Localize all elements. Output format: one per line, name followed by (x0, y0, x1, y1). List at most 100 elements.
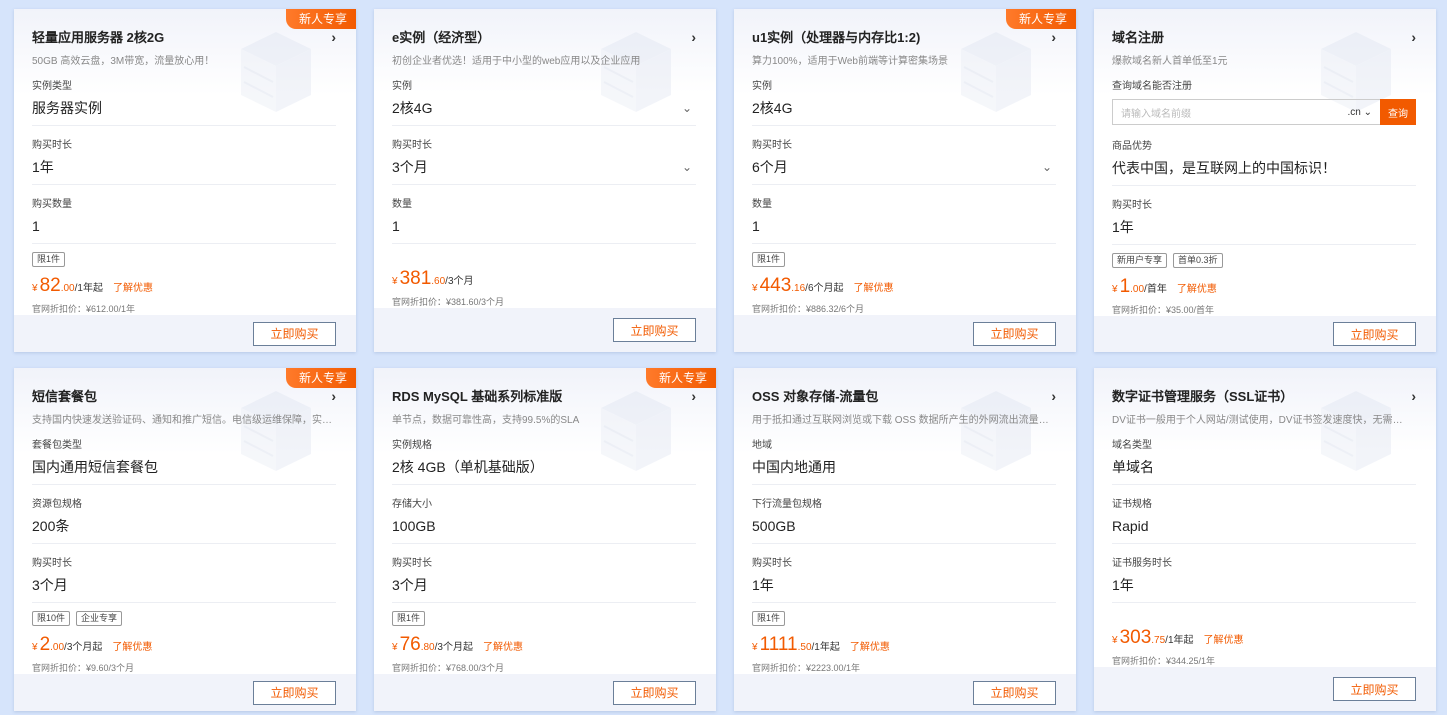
field-value: 1年 (1112, 218, 1416, 236)
original-price: 官网折扣价：¥886.32/6个月 (752, 304, 865, 314)
field-label: 下行流量包规格 (752, 499, 822, 510)
domain-suffix-select[interactable]: .cn ⌄ (1347, 107, 1380, 118)
buy-now-button[interactable]: 立即购买 (253, 680, 336, 705)
card-title[interactable]: RDS MySQL 基础系列标准版 (392, 386, 562, 405)
form-field: 购买数量 1 (32, 195, 336, 244)
field-label: 购买时长 (1112, 200, 1152, 211)
form-field: 实例规格 2核 4GB（单机基础版） (392, 436, 696, 485)
price-unit: /1年起 (74, 283, 103, 294)
chevron-right-icon[interactable]: › (691, 388, 696, 404)
field-select[interactable]: 3个月 ⌄ (392, 158, 696, 176)
currency-symbol: ¥ (752, 642, 758, 653)
promo-link[interactable]: 了解优惠 (112, 638, 152, 653)
product-card: 数字证书管理服务（SSL证书） › DV证书一般用于个人网站/测试使用，DV证书… (1094, 368, 1436, 711)
card-footer: 立即购买 (1094, 667, 1436, 711)
form-field: 域名类型 单域名 (1112, 436, 1416, 485)
promo-link[interactable]: 了解优惠 (113, 279, 153, 294)
form-field: 购买时长 6个月 ⌄ (752, 136, 1056, 185)
card-header[interactable]: OSS 对象存储-流量包 › (752, 386, 1056, 405)
field-label: 证书规格 (1112, 499, 1152, 510)
chevron-down-icon[interactable]: ⌄ (682, 101, 692, 115)
new-user-badge: 新人专享 (285, 368, 356, 388)
domain-input[interactable]: 请输入域名前缀 .cn ⌄ (1112, 99, 1380, 125)
card-header[interactable]: e实例（经济型） › (392, 27, 696, 46)
chevron-down-icon[interactable]: ⌄ (1361, 107, 1372, 118)
card-title[interactable]: e实例（经济型） (392, 27, 490, 46)
currency-symbol: ¥ (392, 642, 398, 653)
promo-link[interactable]: 了解优惠 (854, 279, 894, 294)
card-title[interactable]: 轻量应用服务器 2核2G (32, 27, 164, 46)
price: ¥ 76 .80 /3个月起 了解优惠 (392, 634, 696, 656)
domain-search-button[interactable]: 查询 (1380, 99, 1416, 125)
card-subtitle: 单节点，数据可靠性高，支持99.5%的SLA (392, 415, 580, 426)
card-footer: 立即购买 (734, 674, 1076, 711)
buy-now-button[interactable]: 立即购买 (1333, 322, 1416, 346)
tag-list: 限10件 企业专享 (32, 611, 336, 626)
buy-now-button[interactable]: 立即购买 (1333, 677, 1416, 701)
form-field: 购买时长 3个月 (392, 554, 696, 603)
chevron-down-icon[interactable]: ⌄ (682, 160, 692, 174)
product-card: 新人专享 短信套餐包 › 支持国内快速发送验证码、通知和推广短信。电信级运维保障… (14, 368, 356, 711)
original-price: 官网折扣价：¥612.00/1年 (32, 304, 136, 314)
field-value: 1 (752, 217, 1056, 235)
original-price: 官网折扣价：¥9.60/3个月 (32, 663, 135, 673)
card-header[interactable]: 短信套餐包 › (32, 386, 336, 405)
chevron-right-icon[interactable]: › (691, 29, 696, 45)
chevron-right-icon[interactable]: › (1051, 29, 1056, 45)
price-decimal: .50 (797, 642, 812, 653)
buy-now-button[interactable]: 立即购买 (253, 321, 336, 346)
limit-tag: 限10件 (32, 611, 71, 626)
field-label: 购买时长 (392, 558, 432, 569)
chevron-right-icon[interactable]: › (331, 29, 336, 45)
field-list: 实例类型 服务器实例 购买时长 1年 购买数量 1 (32, 77, 336, 244)
promo-link[interactable]: 了解优惠 (483, 638, 523, 653)
field-value-text: 1年 (1112, 219, 1134, 235)
field-list: 域名类型 单域名 证书规格 Rapid 证书服务时长 1年 (1112, 436, 1416, 603)
promo-link[interactable]: 了解优惠 (1204, 631, 1244, 646)
field-select[interactable]: 6个月 ⌄ (752, 158, 1056, 176)
card-header[interactable]: 轻量应用服务器 2核2G › (32, 27, 336, 46)
card-header[interactable]: RDS MySQL 基础系列标准版 › (392, 386, 696, 405)
promo-link[interactable]: 了解优惠 (850, 638, 890, 653)
price: ¥ 303 .75 /1年起 了解优惠 (1112, 627, 1416, 649)
price-unit: /3个月起 (64, 642, 103, 653)
field-value: 单域名 (1112, 458, 1416, 476)
chevron-right-icon[interactable]: › (331, 388, 336, 404)
buy-now-button[interactable]: 立即购买 (613, 680, 696, 705)
card-title[interactable]: 数字证书管理服务（SSL证书） (1112, 386, 1293, 405)
card-body: OSS 对象存储-流量包 › 用于抵扣通过互联网浏览或下载 OSS 数据所产生的… (734, 368, 1076, 674)
card-header[interactable]: u1实例（处理器与内存比1:2) › (752, 27, 1056, 46)
field-value-text: 6个月 (752, 159, 788, 175)
card-title[interactable]: 短信套餐包 (32, 386, 97, 405)
card-title[interactable]: OSS 对象存储-流量包 (752, 386, 878, 405)
card-subtitle: 50GB 高效云盘，3M带宽，流量放心用！ (32, 56, 215, 67)
form-field: 购买时长 3个月 ⌄ (392, 136, 696, 185)
new-user-badge: 新人专享 (645, 368, 716, 388)
chevron-down-icon[interactable]: ⌄ (1042, 160, 1052, 174)
currency-symbol: ¥ (1112, 635, 1118, 646)
tag-list: 限1件 (752, 611, 1056, 626)
chevron-right-icon[interactable]: › (1411, 29, 1416, 45)
price-integer: 1 (1119, 276, 1131, 297)
chevron-right-icon[interactable]: › (1411, 388, 1416, 404)
buy-now-button[interactable]: 立即购买 (973, 321, 1056, 346)
buy-now-button[interactable]: 立即购买 (613, 318, 696, 342)
card-header[interactable]: 域名注册 › (1112, 27, 1416, 46)
price-integer: 443 (759, 275, 792, 296)
product-card: 新人专享 轻量应用服务器 2核2G › 50GB 高效云盘，3M带宽，流量放心用… (14, 9, 356, 352)
field-value-text: 服务器实例 (32, 100, 102, 116)
price-integer: 82 (39, 275, 61, 296)
field-value: 100GB (392, 517, 696, 535)
card-body: RDS MySQL 基础系列标准版 › 单节点，数据可靠性高，支持99.5%的S… (374, 368, 716, 674)
form-field: 数量 1 (752, 195, 1056, 244)
card-title[interactable]: u1实例（处理器与内存比1:2) (752, 27, 920, 46)
field-value-text: 3个月 (392, 159, 428, 175)
promo-link[interactable]: 了解优惠 (1177, 280, 1217, 295)
field-label: 数量 (752, 199, 772, 210)
limit-tag: 限1件 (32, 252, 66, 267)
card-header[interactable]: 数字证书管理服务（SSL证书） › (1112, 386, 1416, 405)
chevron-right-icon[interactable]: › (1051, 388, 1056, 404)
field-select[interactable]: 2核4G ⌄ (392, 99, 696, 117)
buy-now-button[interactable]: 立即购买 (973, 680, 1056, 705)
card-title[interactable]: 域名注册 (1112, 27, 1164, 46)
